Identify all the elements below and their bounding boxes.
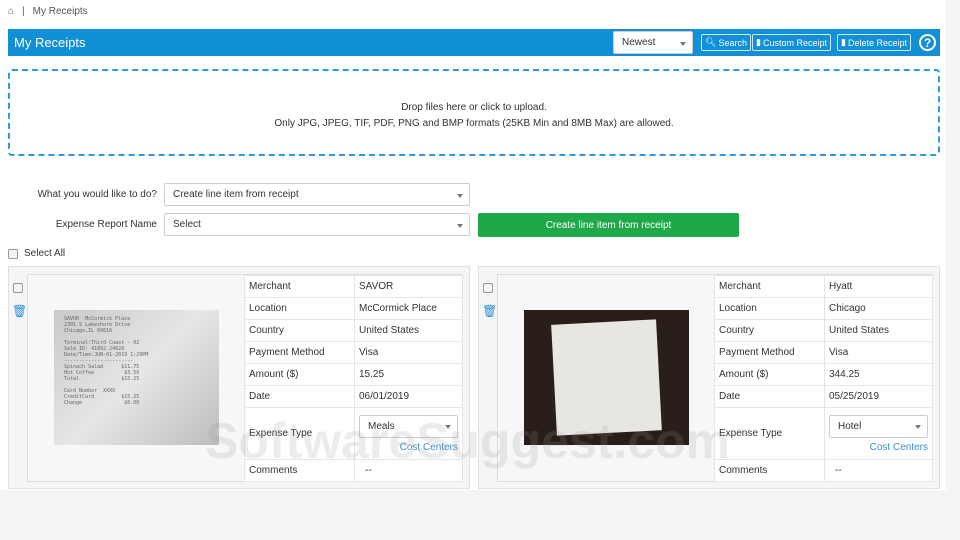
chevron-down-icon [457, 223, 463, 231]
trash-icon[interactable]: 🗑︎ [12, 304, 27, 318]
receipt-image[interactable] [524, 310, 689, 445]
custom-receipt-button[interactable]: ▮ Custom Receipt [752, 34, 831, 51]
action-select[interactable]: Create line item from receipt [164, 183, 470, 206]
amount-value: 344.25 [824, 363, 933, 386]
payment-value: Visa [824, 341, 933, 364]
header-bar: My Receipts Newest 🔍︎ Search ▮ Custom Rece… [8, 29, 940, 56]
upload-formats: Only JPG, JPEG, TIF, PDF, PNG and BMP fo… [274, 118, 674, 129]
report-label: Expense Report Name [55, 219, 157, 230]
expense-type-select[interactable]: Meals [359, 414, 458, 438]
upload-text: Drop files here or click to upload. [401, 102, 547, 113]
receipt-details: Merchant SAVOR Location McCormick Place Co… [244, 275, 463, 482]
action-label: What you would like to do? [37, 189, 157, 200]
create-line-item-button[interactable]: Create line item from receipt [478, 213, 739, 237]
report-select[interactable]: Select [164, 213, 470, 236]
country-value: United States [824, 319, 933, 342]
expense-type-select[interactable]: Hotel [829, 414, 928, 438]
select-all-checkbox[interactable] [8, 248, 18, 259]
file-icon: ▮ [756, 37, 761, 47]
receipt-checkbox[interactable] [483, 283, 493, 293]
merchant-value: Hyatt [824, 275, 933, 298]
date-value: 06/01/2019 [354, 385, 463, 408]
sort-select[interactable]: Newest [613, 31, 693, 54]
merchant-value: SAVOR [354, 275, 463, 298]
receipt-checkbox[interactable] [13, 283, 23, 293]
sort-value: Newest [622, 37, 656, 48]
delete-receipt-button[interactable]: ▮ Delete Receipt [837, 34, 911, 51]
location-value: Chicago [824, 297, 933, 320]
page-title: My Receipts [14, 35, 86, 50]
select-all[interactable]: Select All [8, 248, 65, 259]
chevron-down-icon [680, 41, 686, 49]
comments-value: -- [824, 459, 933, 482]
cost-centers-link[interactable]: Cost Centers [359, 442, 458, 453]
receipt-body: Merchant Hyatt Location Chicago Country Uni… [497, 274, 933, 482]
search-button[interactable]: 🔍︎ Search [701, 34, 751, 51]
receipt-card: 🗑︎ Merchant Hyatt Location Chicago Country… [478, 266, 940, 489]
location-value: McCormick Place [354, 297, 463, 320]
chevron-down-icon [457, 193, 463, 201]
upload-dropzone[interactable]: Drop files here or click to upload. Only… [8, 69, 940, 156]
payment-value: Visa [354, 341, 463, 364]
country-value: United States [354, 319, 463, 342]
cost-centers-link[interactable]: Cost Centers [829, 442, 928, 453]
receipt-image[interactable]: SAVOR McCormick Place 2301 S Lakeshore D… [54, 310, 219, 445]
chevron-down-icon [915, 425, 921, 432]
page: ⌂ | My Receipts My Receipts Newest 🔍︎ Sear… [0, 0, 946, 490]
breadcrumb-current: My Receipts [32, 6, 88, 17]
receipt-details: Merchant Hyatt Location Chicago Country Uni… [714, 275, 933, 482]
trash-icon: ▮ [841, 37, 846, 47]
search-icon: 🔍︎ [705, 37, 717, 47]
date-value: 05/25/2019 [824, 385, 933, 408]
receipt-body: SAVOR McCormick Place 2301 S Lakeshore D… [27, 274, 463, 482]
home-icon[interactable]: ⌂ [8, 6, 14, 17]
trash-icon[interactable]: 🗑︎ [482, 304, 497, 318]
comments-value: -- [354, 459, 463, 482]
chevron-down-icon [445, 425, 451, 432]
amount-value: 15.25 [354, 363, 463, 386]
receipt-card: 🗑︎ SAVOR McCormick Place 2301 S Lakeshor… [8, 266, 470, 489]
breadcrumb: ⌂ | My Receipts [8, 6, 88, 17]
help-icon[interactable]: ? [919, 34, 936, 51]
